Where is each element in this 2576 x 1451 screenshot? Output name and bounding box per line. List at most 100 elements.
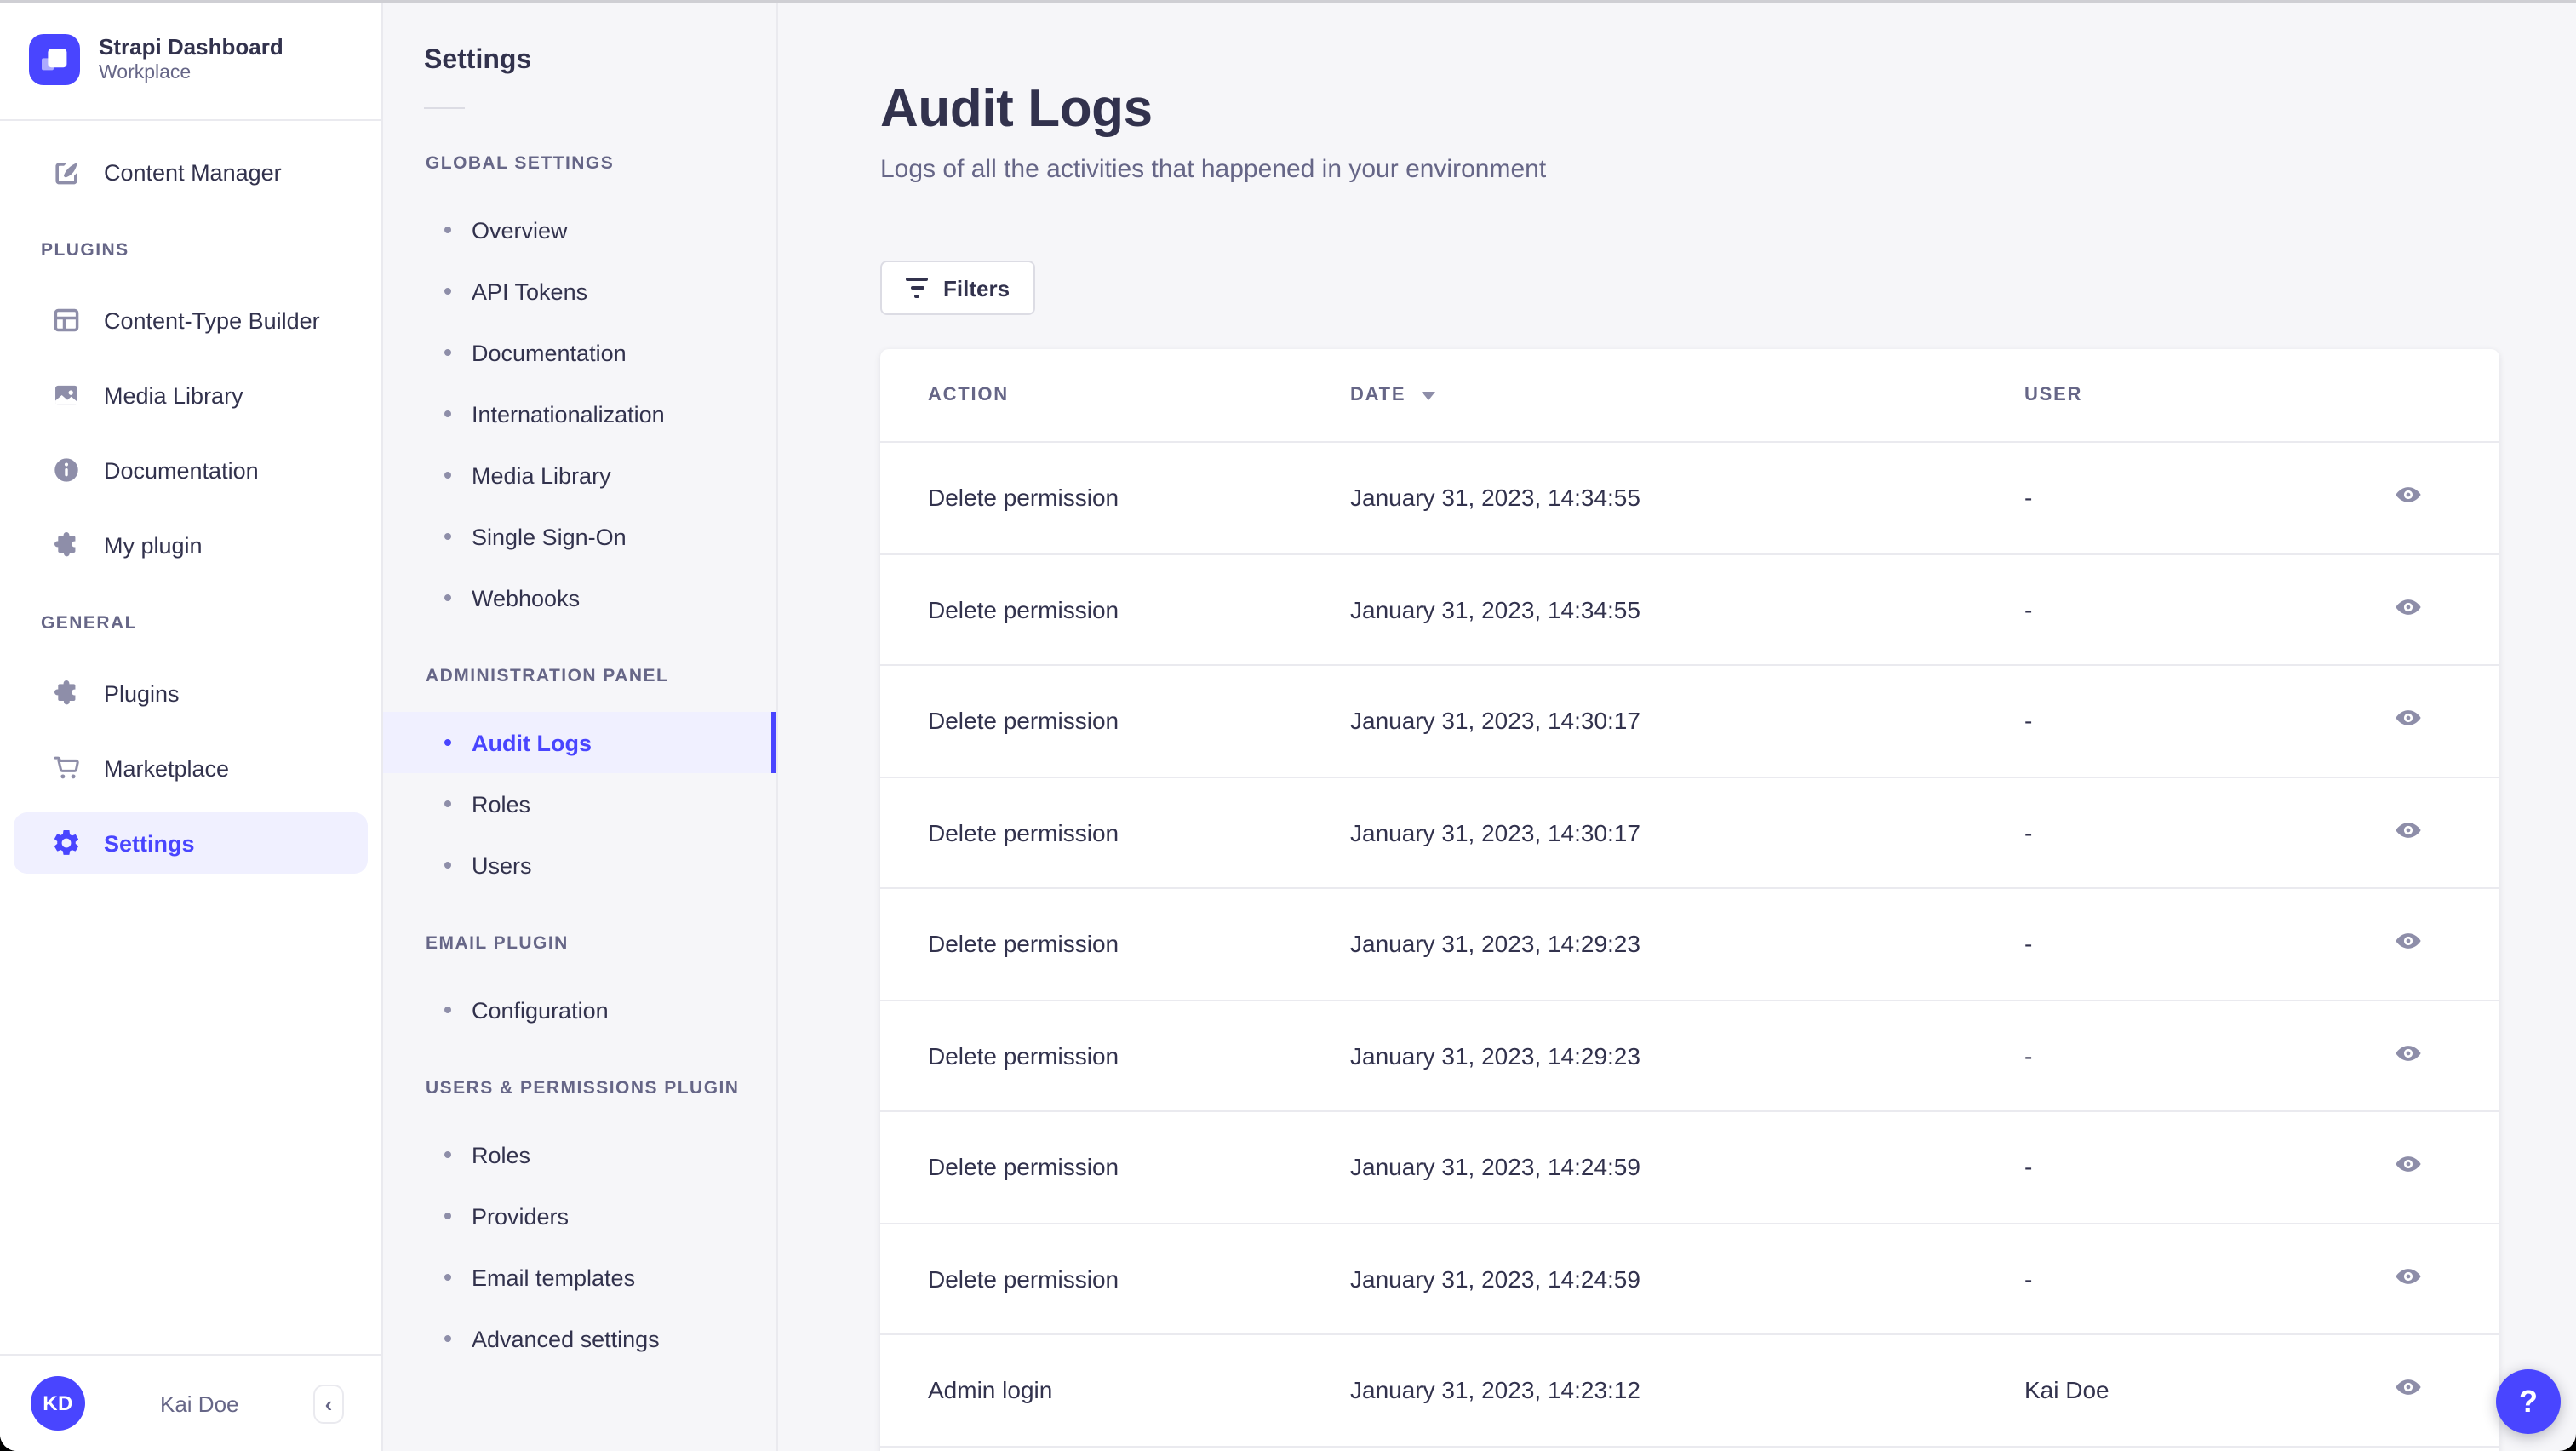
sidebar-item-label: Plugins — [104, 680, 180, 706]
main-nav: Content Manager PLUGINS Content-Type Bui… — [0, 121, 381, 887]
bullet-icon — [444, 1151, 451, 1158]
cell-date: January 31, 2023, 14:29:23 — [1350, 1041, 1640, 1070]
workspace-switcher[interactable]: Strapi Dashboard Workplace — [0, 0, 381, 121]
subnav-item-label: Single Sign-On — [472, 524, 627, 549]
subnav-item-label: Internationalization — [472, 401, 665, 427]
table-row[interactable]: Delete permission January 31, 2023, 14:3… — [880, 666, 2499, 777]
bullet-icon — [444, 1274, 451, 1281]
cell-user: - — [2024, 1153, 2033, 1181]
audit-logs-table: ACTION DATE USER Delete permission Janua… — [880, 349, 2499, 1451]
sidebar-item-content-type-builder[interactable]: Content-Type Builder — [14, 290, 368, 351]
info-circle-icon — [51, 455, 82, 485]
eye-icon — [2393, 1150, 2422, 1184]
settings-nav-item-documentation[interactable]: Documentation — [383, 322, 776, 383]
view-log-button[interactable] — [2384, 697, 2431, 745]
cell-date: January 31, 2023, 14:29:23 — [1350, 930, 1640, 958]
avatar[interactable]: KD — [31, 1376, 85, 1431]
settings-nav-item-admin-roles[interactable]: Roles — [383, 773, 776, 834]
settings-nav-item-providers[interactable]: Providers — [383, 1185, 776, 1247]
view-log-button[interactable] — [2384, 586, 2431, 634]
table-row[interactable]: Delete permission January 31, 2023, 14:3… — [880, 777, 2499, 889]
sidebar-item-settings[interactable]: Settings — [14, 812, 368, 874]
bullet-icon — [444, 533, 451, 540]
table-row[interactable]: Admin login January 31, 2023, 14:23:12 K… — [880, 1335, 2499, 1447]
table-row[interactable]: Delete permission January 31, 2023, 14:2… — [880, 1001, 2499, 1112]
sidebar-item-label: My plugin — [104, 532, 203, 558]
cart-icon — [51, 753, 82, 783]
sidebar-item-content-manager[interactable]: Content Manager — [14, 141, 368, 203]
strapi-admin-window: Strapi Dashboard Workplace Content Manag… — [0, 0, 2576, 1451]
cell-date: January 31, 2023, 14:34:55 — [1350, 595, 1640, 623]
view-log-button[interactable] — [2384, 920, 2431, 968]
bullet-icon — [444, 288, 451, 295]
view-log-button[interactable] — [2384, 1367, 2431, 1414]
subnav-section-global-settings: GLOBAL SETTINGS — [426, 153, 615, 174]
sidebar-item-label: Marketplace — [104, 755, 230, 781]
table-row[interactable] — [880, 1447, 2499, 1451]
view-log-button[interactable] — [2384, 474, 2431, 522]
cell-user: - — [2024, 595, 2033, 623]
column-header-date[interactable]: DATE — [1350, 385, 2024, 405]
view-log-button[interactable] — [2384, 1144, 2431, 1191]
settings-nav-item-internationalization[interactable]: Internationalization — [383, 383, 776, 444]
eye-icon — [2393, 593, 2422, 627]
cell-user: - — [2024, 707, 2033, 735]
settings-subnav: Settings GLOBAL SETTINGS Overview API To… — [383, 0, 778, 1451]
table-row[interactable]: Delete permission January 31, 2023, 14:2… — [880, 1112, 2499, 1224]
collapse-sidebar-button[interactable]: ‹ — [313, 1384, 344, 1423]
sidebar-item-label: Settings — [104, 830, 195, 856]
settings-nav-item-email-templates[interactable]: Email templates — [383, 1247, 776, 1308]
layout-grid-icon — [51, 305, 82, 336]
bullet-icon — [444, 1335, 451, 1342]
settings-nav-item-single-sign-on[interactable]: Single Sign-On — [383, 506, 776, 567]
bullet-icon — [444, 1007, 451, 1013]
settings-nav-item-up-roles[interactable]: Roles — [383, 1124, 776, 1185]
eye-icon — [2393, 481, 2422, 515]
main-sidebar: Strapi Dashboard Workplace Content Manag… — [0, 0, 383, 1451]
settings-nav-item-webhooks[interactable]: Webhooks — [383, 567, 776, 628]
settings-nav-item-media-library[interactable]: Media Library — [383, 444, 776, 506]
view-log-button[interactable] — [2384, 1032, 2431, 1080]
subnav-item-label: Email templates — [472, 1265, 636, 1290]
settings-nav-item-admin-users[interactable]: Users — [383, 834, 776, 896]
subnav-title: Settings — [424, 46, 532, 75]
subnav-item-label: Advanced settings — [472, 1326, 660, 1351]
table-row[interactable]: Delete permission January 31, 2023, 14:2… — [880, 889, 2499, 1001]
cell-date: January 31, 2023, 14:30:17 — [1350, 707, 1640, 735]
cell-action: Delete permission — [928, 930, 1119, 958]
user-name: Kai Doe — [160, 1391, 239, 1416]
bullet-icon — [444, 739, 451, 746]
settings-nav-item-api-tokens[interactable]: API Tokens — [383, 261, 776, 322]
sidebar-item-marketplace[interactable]: Marketplace — [14, 737, 368, 799]
settings-nav-item-advanced-settings[interactable]: Advanced settings — [383, 1308, 776, 1369]
eye-icon — [2393, 927, 2422, 961]
cell-date: January 31, 2023, 14:23:12 — [1350, 1376, 1640, 1404]
cell-action: Delete permission — [928, 1265, 1119, 1293]
sidebar-item-my-plugin[interactable]: My plugin — [14, 514, 368, 576]
cell-action: Delete permission — [928, 595, 1119, 623]
sidebar-item-media-library[interactable]: Media Library — [14, 364, 368, 426]
view-log-button[interactable] — [2384, 809, 2431, 857]
settings-nav-item-configuration[interactable]: Configuration — [383, 979, 776, 1041]
settings-nav-item-audit-logs[interactable]: Audit Logs — [383, 712, 776, 773]
table-row[interactable]: Delete permission January 31, 2023, 14:2… — [880, 1224, 2499, 1335]
settings-nav-item-overview[interactable]: Overview — [383, 199, 776, 261]
table-row[interactable]: Delete permission January 31, 2023, 14:3… — [880, 554, 2499, 666]
workspace-title: Strapi Dashboard — [99, 34, 283, 60]
view-log-button[interactable] — [2384, 1255, 2431, 1303]
eye-icon — [2393, 1262, 2422, 1296]
subnav-item-label: Configuration — [472, 997, 609, 1023]
chevron-left-icon: ‹ — [324, 1391, 333, 1416]
sidebar-item-plugins[interactable]: Plugins — [14, 662, 368, 724]
subnav-item-label: Providers — [472, 1203, 570, 1229]
sidebar-item-documentation[interactable]: Documentation — [14, 439, 368, 501]
filters-button[interactable]: Filters — [880, 261, 1036, 315]
subnav-item-label: Documentation — [472, 340, 627, 365]
table-row[interactable]: Delete permission January 31, 2023, 14:3… — [880, 443, 2499, 554]
subnav-item-label: Roles — [472, 1142, 531, 1167]
cell-action: Delete permission — [928, 818, 1119, 846]
help-button[interactable]: ? — [2496, 1369, 2561, 1434]
sidebar-footer: KD Kai Doe ‹ — [0, 1354, 381, 1451]
sidebar-item-label: Media Library — [104, 382, 243, 408]
cell-user: - — [2024, 818, 2033, 846]
